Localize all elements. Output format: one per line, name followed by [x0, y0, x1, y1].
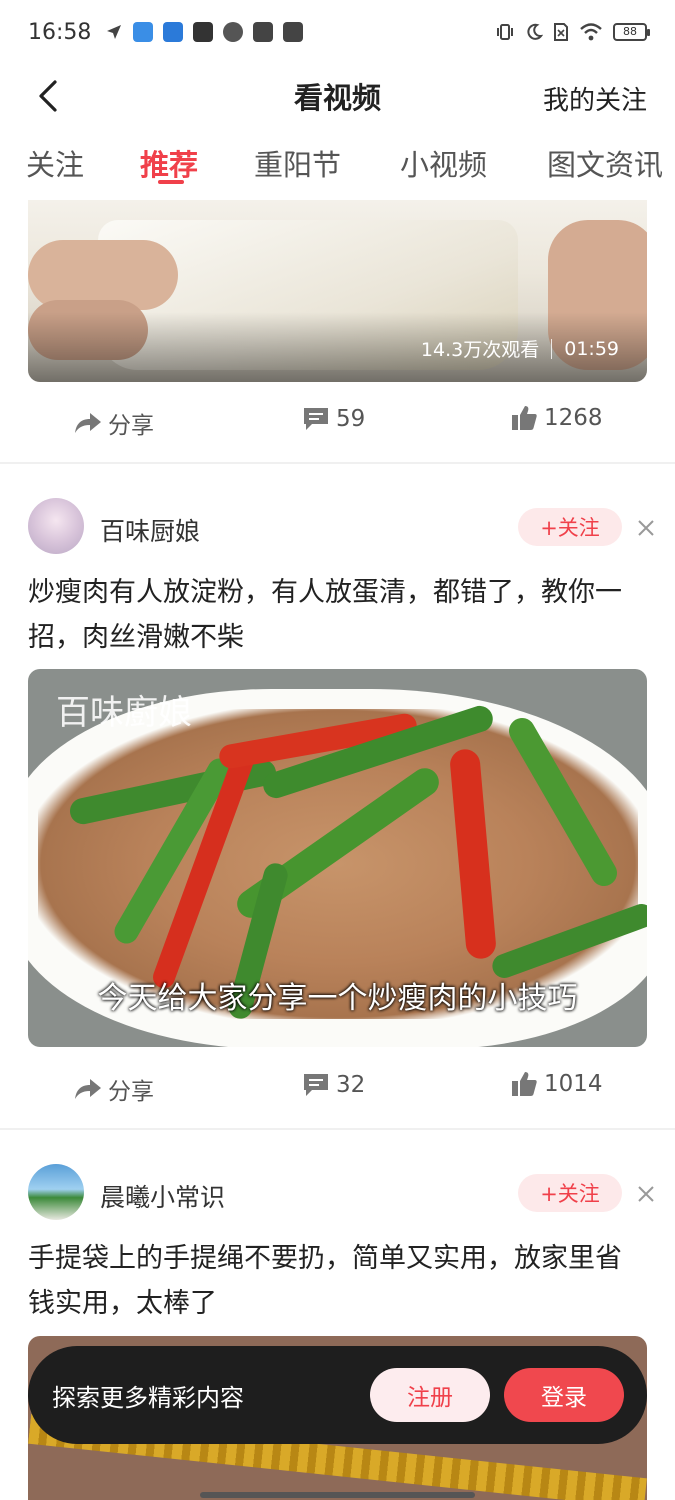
thumbs-up-icon — [512, 406, 537, 430]
comment-count: 59 — [336, 406, 366, 432]
dismiss-button[interactable] — [634, 1182, 658, 1206]
video-thumbnail[interactable]: 14.3万次观看 01:59 — [28, 200, 647, 382]
like-count: 1268 — [544, 405, 603, 431]
comment-icon — [304, 408, 328, 430]
like-button[interactable]: 1014 — [510, 1070, 603, 1098]
like-button[interactable]: 1268 — [510, 404, 603, 432]
share-label: 分享 — [108, 413, 154, 439]
card-divider — [0, 462, 675, 464]
share-button[interactable]: 分享 — [74, 406, 154, 440]
share-label: 分享 — [108, 1079, 154, 1105]
follow-button[interactable]: +关注 — [518, 1174, 622, 1212]
close-icon — [638, 520, 654, 536]
app-notification-icon — [163, 22, 184, 42]
avatar[interactable] — [28, 498, 84, 554]
login-banner: 探索更多精彩内容 注册 登录 — [28, 1346, 647, 1444]
category-tabs: 关注 推荐 重阳节 小视频 图文资讯 — [0, 136, 675, 194]
video-feed: 14.3万次观看 01:59 分享 59 1268 百味厨娘 +关注 炒瘦肉有人… — [0, 200, 675, 1500]
login-button[interactable]: 登录 — [504, 1368, 624, 1422]
tab-short-video[interactable]: 小视频 — [400, 142, 487, 184]
author-name[interactable]: 百味厨娘 — [100, 512, 200, 548]
post-title[interactable]: 手提袋上的手提绳不要扔，简单又实用，放家里省钱实用，太棒了 — [28, 1236, 647, 1326]
banner-text: 探索更多精彩内容 — [52, 1383, 244, 1412]
avatar[interactable] — [28, 1164, 84, 1220]
comment-button[interactable]: 32 — [302, 1072, 365, 1098]
register-button[interactable]: 注册 — [370, 1368, 490, 1422]
video-subtitle: 今天给大家分享一个炒瘦肉的小技巧 — [97, 981, 578, 1016]
comment-icon — [304, 1074, 328, 1096]
post-title[interactable]: 炒瘦肉有人放淀粉，有人放蛋清，都错了，教你一招，肉丝滑嫩不柴 — [28, 570, 647, 660]
thumbs-up-icon — [512, 1072, 537, 1096]
status-time: 16:58 — [28, 19, 92, 45]
status-notification-icons — [105, 22, 304, 42]
author-row: 晨曦小常识 +关注 — [0, 1164, 675, 1222]
home-indicator[interactable] — [200, 1492, 475, 1498]
follow-button[interactable]: +关注 — [518, 508, 622, 546]
thumbnail-watermark: 百味廚娘 — [56, 693, 192, 733]
dismiss-button[interactable] — [634, 516, 658, 540]
view-count: 14.3万次观看 — [420, 339, 540, 361]
tab-recommend[interactable]: 推荐 — [140, 142, 198, 184]
app-notification-icon — [253, 22, 274, 42]
comment-button[interactable]: 59 — [302, 406, 365, 432]
battery-icon: 88 — [613, 23, 650, 41]
card-actions: 分享 59 1268 — [0, 392, 675, 452]
tab-chongyang[interactable]: 重阳节 — [254, 142, 341, 184]
like-count: 1014 — [544, 1071, 603, 1097]
author-name[interactable]: 晨曦小常识 — [100, 1178, 225, 1214]
share-button[interactable]: 分享 — [74, 1072, 154, 1106]
moon-icon — [527, 23, 543, 40]
message-notification-icon — [283, 22, 304, 42]
meta-separator — [551, 338, 553, 359]
close-icon — [638, 1186, 654, 1202]
my-follow-link[interactable]: 我的关注 — [543, 80, 647, 117]
video-thumbnail[interactable]: 百味廚娘 今天给大家分享一个炒瘦肉的小技巧 — [28, 669, 647, 1047]
card-actions: 分享 32 1014 — [0, 1058, 675, 1118]
tab-follow[interactable]: 关注 — [26, 142, 84, 184]
share-icon — [75, 413, 101, 433]
app-notification-icon — [223, 22, 244, 42]
tab-articles[interactable]: 图文资讯 — [547, 142, 663, 184]
wifi-icon — [580, 23, 602, 41]
author-row: 百味厨娘 +关注 — [0, 498, 675, 556]
no-sim-icon — [554, 23, 568, 41]
app-notification-icon — [133, 22, 154, 42]
app-header: 看视频 我的关注 — [0, 64, 675, 128]
video-meta: 14.3万次观看 01:59 — [421, 335, 619, 362]
app-notification-icon — [193, 22, 214, 42]
active-tab-indicator — [158, 180, 184, 184]
status-system-icons: 88 — [495, 22, 650, 42]
status-bar: 16:58 88 — [0, 0, 675, 64]
video-duration: 01:59 — [564, 337, 619, 360]
vibrate-icon — [497, 24, 513, 40]
share-icon — [75, 1079, 101, 1099]
navigation-arrow-icon — [107, 25, 122, 39]
comment-count: 32 — [336, 1072, 366, 1098]
card-divider — [0, 1128, 675, 1130]
